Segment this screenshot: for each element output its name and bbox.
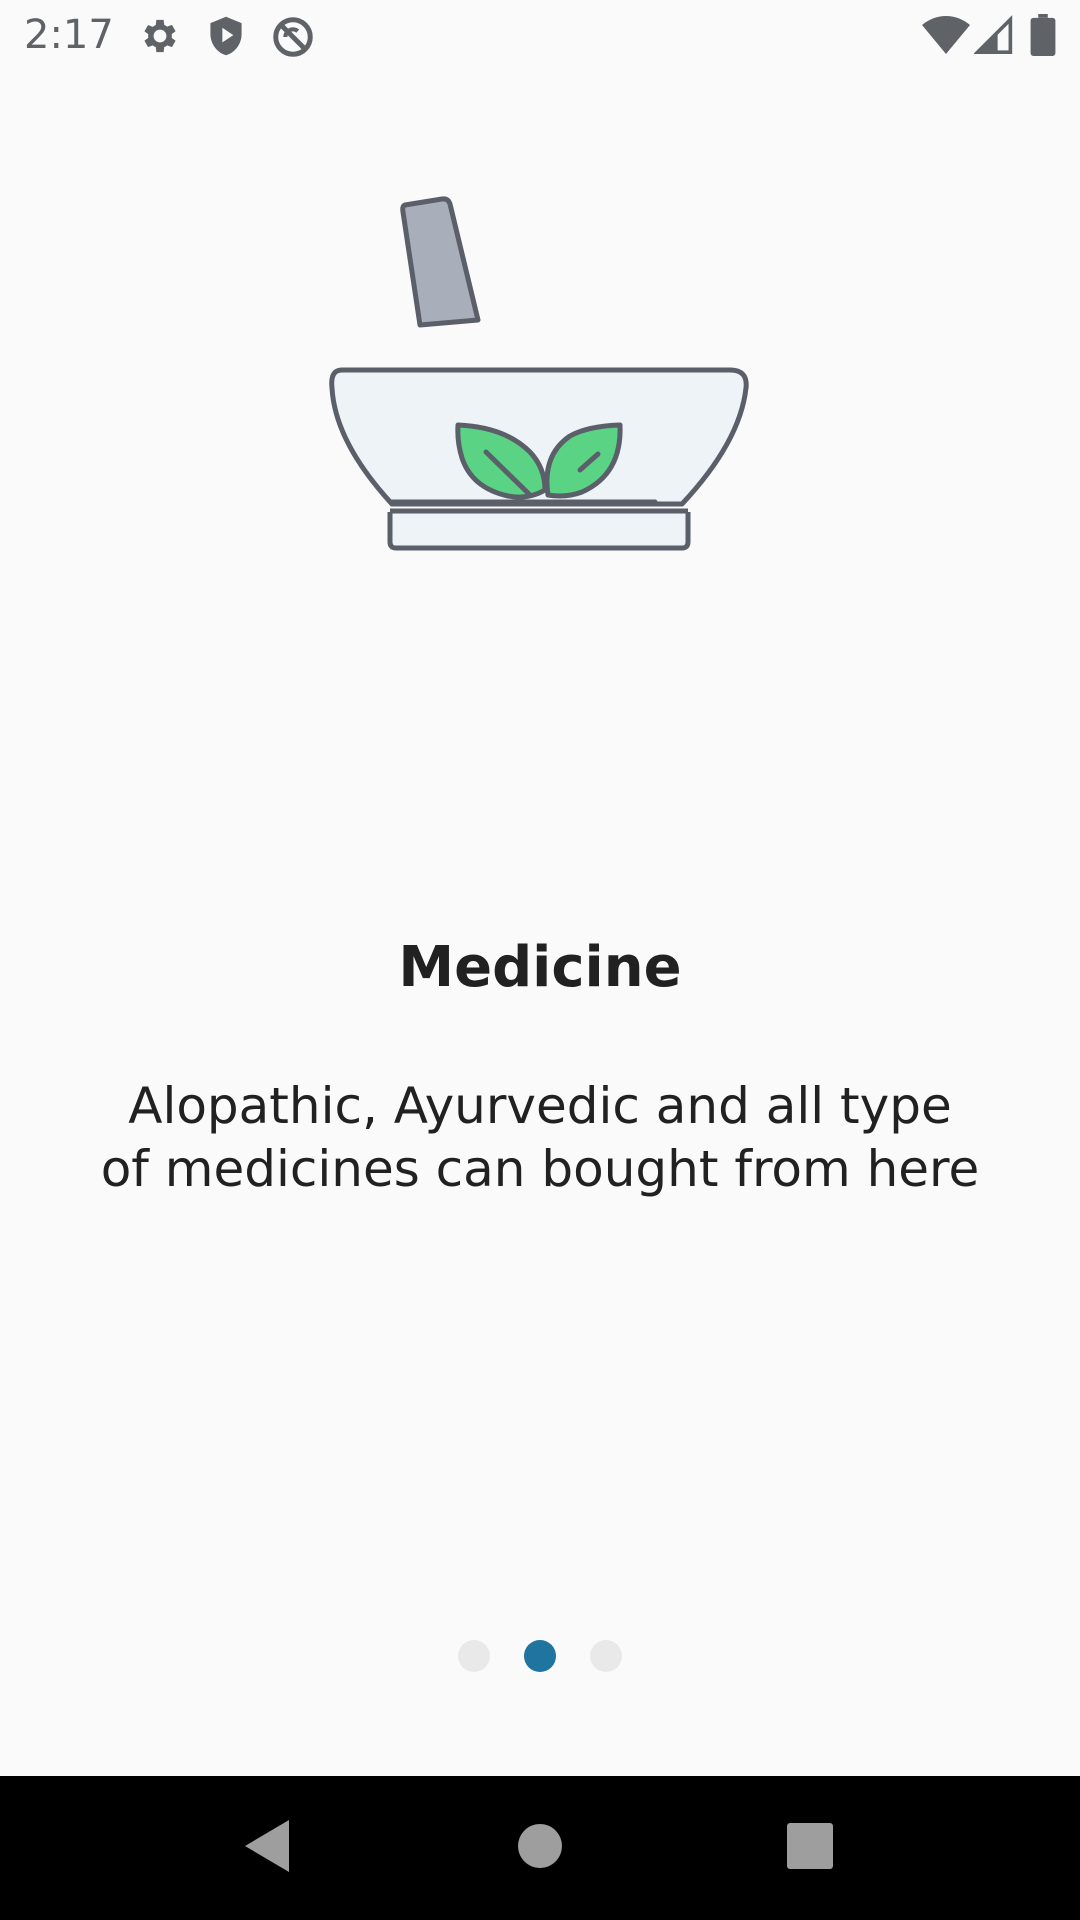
shield-play-icon xyxy=(204,14,248,63)
page-indicator xyxy=(0,1640,1080,1672)
battery-icon xyxy=(1030,14,1056,61)
home-icon xyxy=(517,1823,563,1874)
wifi-icon xyxy=(922,12,970,61)
no-sync-icon xyxy=(270,14,316,65)
page-title: Medicine xyxy=(398,935,682,1000)
recents-button[interactable] xyxy=(760,1798,860,1898)
onboarding-screen: 2:17 Medicine Alopathic, Ayurvedic and a… xyxy=(0,0,1080,1920)
page-dot-2-active[interactable] xyxy=(524,1640,556,1672)
system-nav-bar xyxy=(0,1776,1080,1920)
recents-icon xyxy=(787,1822,833,1874)
home-button[interactable] xyxy=(490,1798,590,1898)
page-dot-1[interactable] xyxy=(458,1640,490,1672)
signal-icon xyxy=(973,14,1014,59)
back-icon xyxy=(241,1818,293,1879)
page-description: Alopathic, Ayurvedic and all type of med… xyxy=(100,1077,980,1198)
page-dot-3[interactable] xyxy=(590,1640,622,1672)
back-button[interactable] xyxy=(217,1798,317,1898)
status-time: 2:17 xyxy=(24,12,114,58)
status-bar: 2:17 xyxy=(0,0,1080,72)
mortar-pestle-herbs-icon xyxy=(320,190,760,630)
gear-icon xyxy=(138,14,182,63)
